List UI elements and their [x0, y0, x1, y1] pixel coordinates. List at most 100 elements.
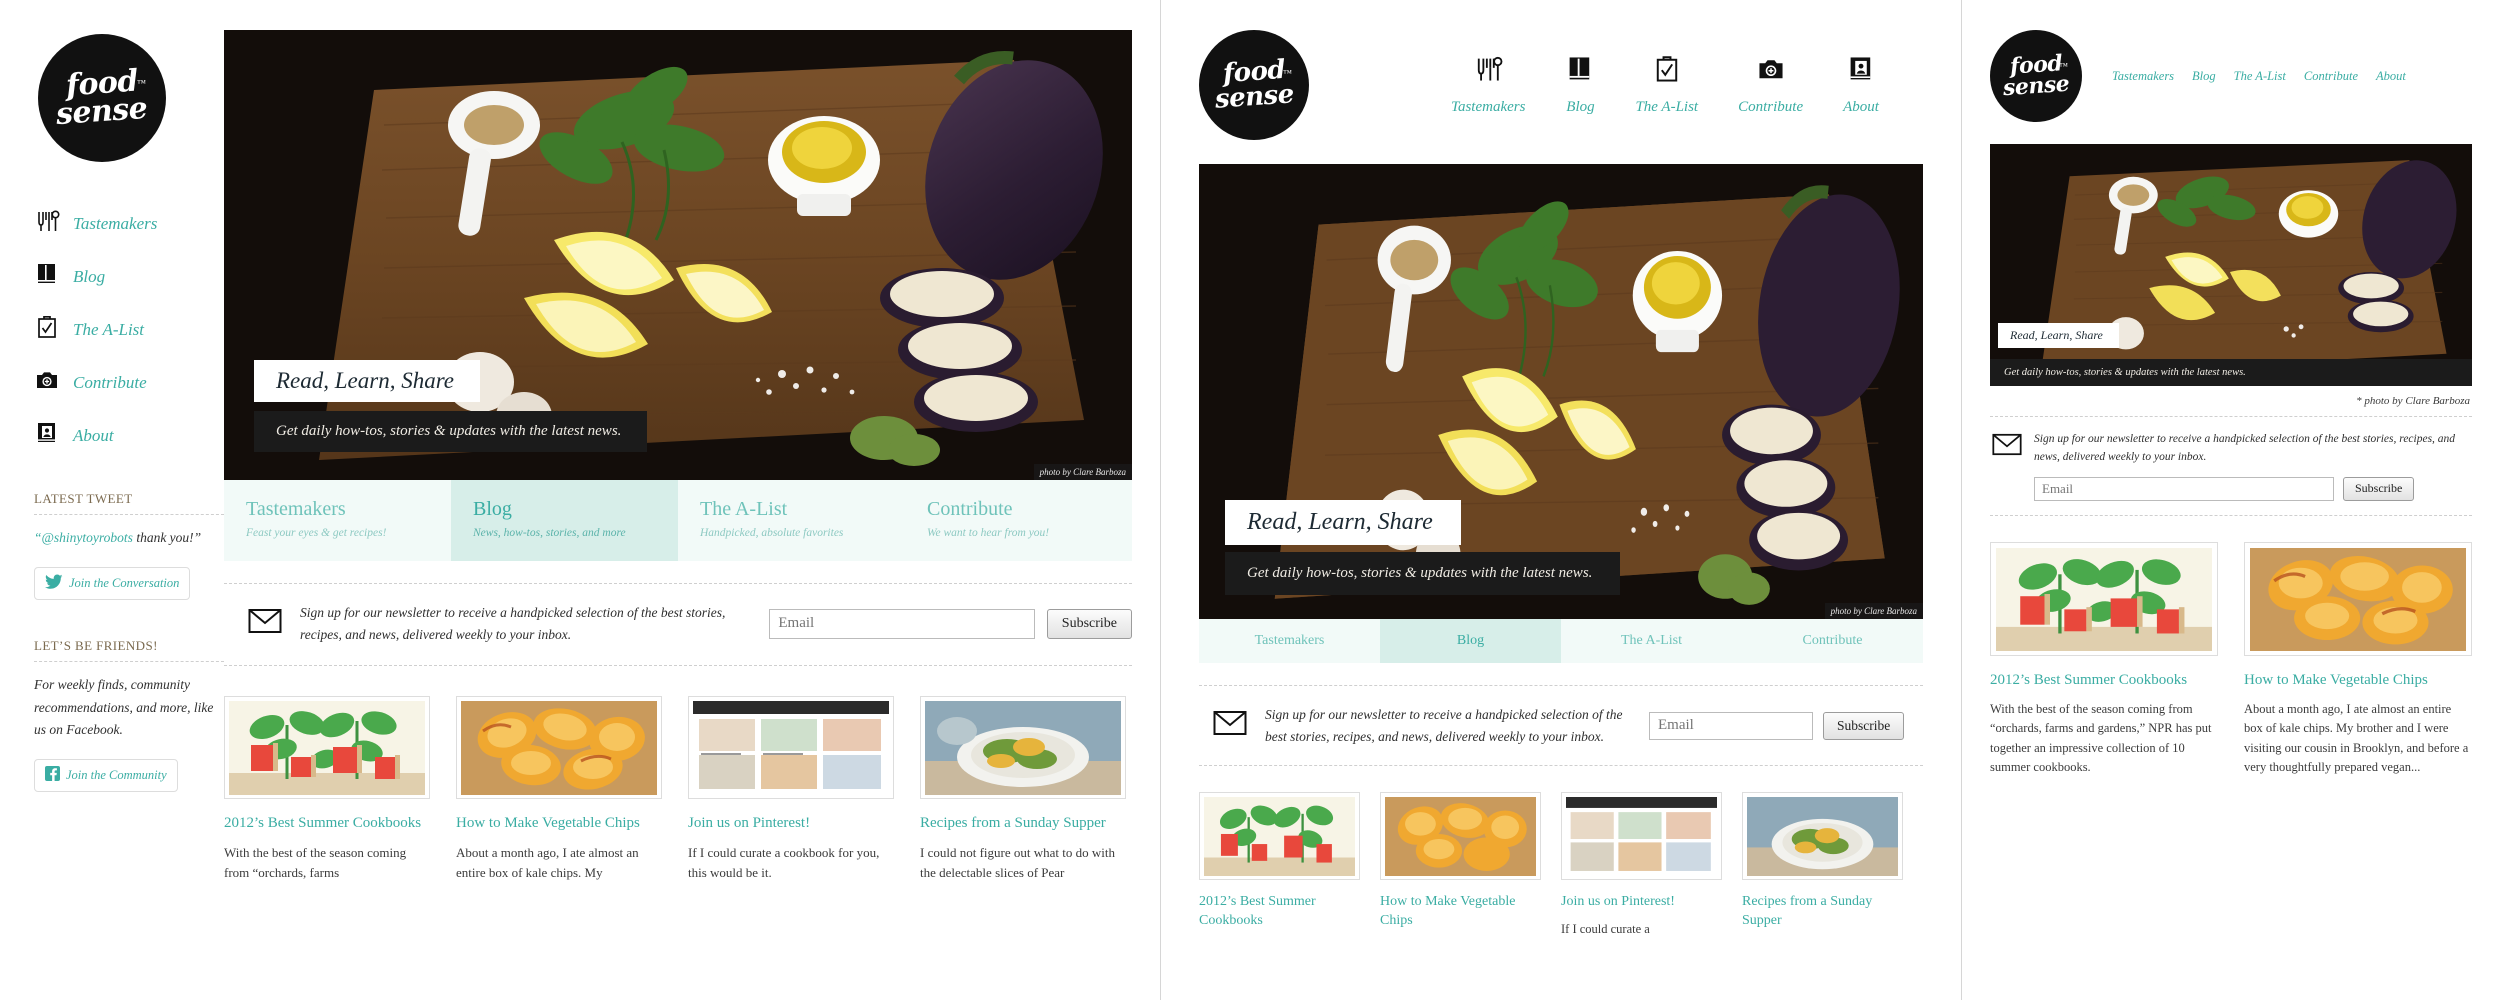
newsletter-signup: Sign up for our newsletter to receive a … [1199, 686, 1923, 765]
tab-subtitle: Handpicked, absolute favorites [700, 527, 844, 539]
friends-block: LET’S BE FRIENDS! For weekly finds, comm… [34, 638, 224, 793]
article-title[interactable]: 2012’s Best Summer Cookbooks [1199, 893, 1360, 931]
article-card[interactable]: Recipes from a Sunday Supper [1742, 792, 1903, 939]
article-excerpt: With the best of the season coming from … [224, 845, 407, 880]
hero-title: Read, Learn, Share [1225, 500, 1461, 545]
tab-subtitle: We want to hear from you! [927, 527, 1050, 539]
hero-subtitle: Get daily how-tos, stories & updates wit… [254, 411, 648, 452]
nav-item-tastemakers[interactable]: Tastemakers [1451, 54, 1525, 116]
nav-item-label: Blog [1566, 99, 1595, 115]
hero-image [1990, 144, 2472, 386]
mobile-header: food sense ™ Tastemakers Blog The A-List… [1990, 30, 2472, 122]
newsletter-email-input[interactable] [2034, 476, 2334, 501]
nav-item-about[interactable]: About [2376, 69, 2406, 84]
nav-item-contribute[interactable]: Contribute [2304, 69, 2358, 84]
newsletter-email-input[interactable] [1649, 711, 1813, 740]
tab-tastemakers[interactable]: Tastemakers Feast your eyes & get recipe… [224, 480, 451, 561]
join-community-button[interactable]: Join the Community [34, 759, 178, 793]
article-thumbnail [1561, 792, 1722, 881]
tab-blog[interactable]: Blog [1380, 619, 1561, 663]
newsletter-email-input[interactable] [769, 608, 1035, 639]
article-title[interactable]: How to Make Vegetable Chips [2244, 670, 2472, 690]
sidebar-item-contribute[interactable]: Contribute [34, 367, 224, 398]
logo-trademark: ™ [1283, 68, 1292, 78]
newsletter-text: Sign up for our newsletter to receive a … [1265, 707, 1623, 744]
article-card[interactable]: Join us on Pinterest! If I could curate … [688, 696, 894, 882]
nav-item-blog[interactable]: Blog [1565, 54, 1595, 116]
mobile-layout: food sense ™ Tastemakers Blog The A-List… [1962, 0, 2500, 1000]
article-card[interactable]: How to Make Vegetable Chips About a mont… [456, 696, 662, 882]
cutlery-icon [1473, 54, 1503, 89]
article-card[interactable]: 2012’s Best Summer Cookbooks With the be… [224, 696, 430, 882]
logo[interactable]: food sense ™ [1199, 30, 1309, 140]
tab-subtitle: News, how-tos, stories, and more [473, 527, 626, 539]
sidebar-item-label: About [73, 425, 114, 445]
join-conversation-button[interactable]: Join the Conversation [34, 567, 191, 601]
tab-the-a-list[interactable]: The A-List Handpicked, absolute favorite… [678, 480, 905, 561]
article-title[interactable]: How to Make Vegetable Chips [456, 813, 662, 833]
article-title[interactable]: Recipes from a Sunday Supper [920, 813, 1126, 833]
nav-item-about[interactable]: About [1843, 54, 1879, 116]
article-title[interactable]: 2012’s Best Summer Cookbooks [224, 813, 430, 833]
article-card[interactable]: Recipes from a Sunday Supper I could not… [920, 696, 1126, 882]
hero-image [1199, 164, 1923, 619]
tab-the-a-list[interactable]: The A-List [1561, 619, 1742, 663]
sidebar-item-about[interactable]: About [34, 420, 224, 451]
newsletter-subscribe-button[interactable]: Subscribe [1046, 608, 1132, 639]
sidebar-item-blog[interactable]: Blog [34, 261, 224, 292]
hero-subtitle: Get daily how-tos, stories & updates wit… [1990, 359, 2472, 386]
article-title[interactable]: Join us on Pinterest! [688, 813, 894, 833]
camera-icon [34, 367, 60, 398]
hero-photo-credit: photo by Clare Barboza [1824, 603, 1923, 619]
nav-item-the-a-list[interactable]: The A-List [2234, 69, 2286, 84]
nav-item-blog[interactable]: Blog [2192, 69, 2216, 84]
newsletter-text: Sign up for our newsletter to receive a … [300, 605, 726, 642]
responsive-showcase: food sense ™ Tastemakers Blog The A-List… [0, 0, 2500, 1000]
newsletter-subscribe-button[interactable]: Subscribe [2343, 476, 2415, 501]
cutlery-icon [34, 208, 60, 239]
nav-item-contribute[interactable]: Contribute [1738, 54, 1803, 116]
sidebar-item-label: Tastemakers [73, 213, 158, 233]
article-thumbnail [688, 696, 894, 800]
sidebar-item-label: Contribute [73, 372, 147, 392]
article-thumbnail [1199, 792, 1360, 881]
tab-title: The A-List [700, 498, 788, 520]
profile-book-icon [34, 420, 60, 451]
hero-banner: photo by Clare Barboza Read, Learn, Shar… [224, 30, 1132, 480]
sidebar-item-the-a-list[interactable]: The A-List [34, 314, 224, 345]
logo[interactable]: food sense ™ [38, 34, 166, 162]
envelope-icon [1213, 710, 1247, 741]
tab-title: The A-List [1620, 633, 1683, 648]
article-card[interactable]: How to Make Vegetable Chips About a mont… [2244, 541, 2472, 778]
profile-book-icon [1846, 54, 1876, 89]
article-title[interactable]: 2012’s Best Summer Cookbooks [1990, 670, 2218, 690]
sidebar-item-tastemakers[interactable]: Tastemakers [34, 208, 224, 239]
tab-blog[interactable]: Blog News, how-tos, stories, and more [451, 480, 678, 561]
logo-line-2: sense [2002, 70, 2070, 102]
nav-item-label: Contribute [1738, 99, 1804, 115]
envelope-icon [1992, 433, 2022, 461]
tab-contribute[interactable]: Contribute [1742, 619, 1923, 663]
tab-title: Contribute [927, 498, 1013, 520]
tab-tastemakers[interactable]: Tastemakers [1199, 619, 1380, 663]
article-card[interactable]: How to Make Vegetable Chips [1380, 792, 1541, 939]
article-card[interactable]: Join us on Pinterest! If I could curate … [1561, 792, 1722, 939]
sidebar-nav: Tastemakers Blog The A-List Contribute A… [34, 208, 224, 451]
hero-photo-credit: * photo by Clare Barboza [2356, 395, 2470, 407]
desktop-main: photo by Clare Barboza Read, Learn, Shar… [224, 30, 1132, 882]
article-title[interactable]: How to Make Vegetable Chips [1380, 893, 1541, 931]
logo[interactable]: food sense ™ [1990, 30, 2082, 122]
article-card[interactable]: 2012’s Best Summer Cookbooks With the be… [1990, 541, 2218, 778]
newsletter-subscribe-button[interactable]: Subscribe [1823, 711, 1905, 740]
article-cards: 2012’s Best Summer Cookbooks How to Make… [1199, 766, 1923, 939]
nav-item-tastemakers[interactable]: Tastemakers [2112, 69, 2174, 84]
clipboard-check-icon [1652, 54, 1682, 89]
tab-contribute[interactable]: Contribute We want to hear from you! [905, 480, 1132, 561]
article-card[interactable]: 2012’s Best Summer Cookbooks [1199, 792, 1360, 939]
nav-item-the-a-list[interactable]: The A-List [1635, 54, 1698, 116]
article-thumbnail [1990, 541, 2218, 656]
article-title[interactable]: Recipes from a Sunday Supper [1742, 893, 1903, 931]
join-conversation-label: Join the Conversation [69, 576, 180, 591]
article-title[interactable]: Join us on Pinterest! [1561, 893, 1722, 912]
join-community-label: Join the Community [66, 768, 167, 783]
